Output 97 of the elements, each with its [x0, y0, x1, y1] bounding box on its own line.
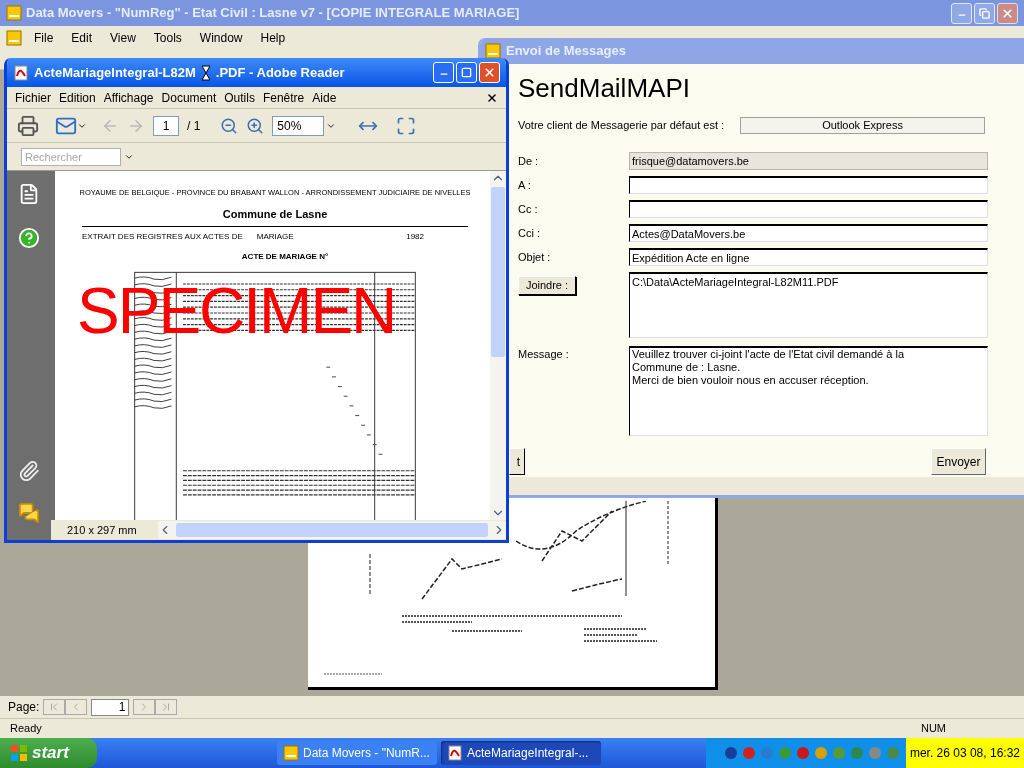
dialog-title: Envoi de Messages — [506, 42, 626, 61]
zoom-in-button[interactable] — [246, 116, 265, 135]
help-icon — [18, 227, 40, 249]
page-label: Page: — [8, 699, 40, 716]
taskbar-button[interactable]: Data Movers - "NumR... — [277, 741, 437, 765]
default-client-label: Votre client de Messagerie par défaut est : — [518, 118, 726, 134]
taskbar-button[interactable]: ActeMariageIntegral-... — [441, 741, 601, 765]
windows-logo-icon — [10, 744, 28, 762]
status-text: Ready — [10, 721, 42, 737]
menu-item[interactable]: File — [28, 29, 60, 47]
tray-icon[interactable] — [741, 746, 756, 760]
menu-item[interactable]: Outils — [220, 88, 259, 107]
field-label: Message : — [518, 347, 570, 362]
extract-label: EXTRAIT DES REGISTRES AUX ACTES DE — [82, 230, 243, 243]
act-year: 1982 — [406, 230, 424, 243]
menu-item[interactable]: Fenêtre — [258, 88, 309, 107]
tray-icon[interactable] — [813, 746, 828, 760]
field-label: A : — [518, 178, 532, 193]
field-label: Cci : — [518, 226, 541, 241]
next-record-button[interactable] — [133, 699, 156, 715]
field-label: Cc : — [518, 202, 539, 217]
pages-button[interactable] — [18, 183, 40, 205]
attachment-field[interactable]: C:\Data\ActeMariageIntegral-L82M11.PDF — [629, 272, 988, 338]
page-icon — [18, 183, 40, 205]
app-icon — [485, 43, 501, 59]
num-lock-indicator: NUM — [920, 721, 946, 737]
page-size-label: 210 x 297 mm — [66, 522, 138, 538]
text-field[interactable]: Actes@DataMovers.be — [629, 224, 988, 242]
zoom-field[interactable]: 50% — [272, 115, 325, 136]
app-icon — [283, 745, 299, 761]
zoom-in-icon — [246, 116, 265, 135]
page-number-field[interactable]: 1 — [153, 115, 179, 136]
menu-item[interactable]: Edit — [65, 29, 99, 47]
field-label: Objet : — [518, 250, 552, 265]
maximize-icon — [461, 67, 472, 78]
dialog-button[interactable]: t — [509, 448, 525, 475]
search-field[interactable]: Rechercher — [21, 147, 121, 166]
tray-icon[interactable] — [723, 746, 738, 760]
text-field[interactable] — [629, 200, 988, 218]
close-icon — [486, 91, 498, 104]
message-field[interactable]: Veuillez trouver ci-joint l'acte de l'Etat civil demandé à la Commune de : Lasne. Merci de bien vouloir nous en accuser réception. — [629, 346, 988, 436]
vertical-scrollbar[interactable] — [490, 171, 506, 520]
field-label: De : — [518, 154, 540, 169]
text-field[interactable]: Expédition Acte en ligne — [629, 248, 988, 266]
menu-item[interactable]: Window — [193, 29, 249, 47]
print-icon — [17, 114, 39, 137]
maximize-button[interactable] — [974, 2, 995, 24]
window-title: ActeMariageIntegral-L82M — [34, 63, 196, 82]
help-button[interactable] — [18, 227, 40, 249]
comments-button[interactable] — [18, 502, 40, 524]
minimize-button[interactable] — [951, 2, 972, 24]
window-title: .PDF - Adobe Reader — [215, 63, 345, 82]
send-button[interactable]: Envoyer — [931, 448, 986, 475]
zoom-out-icon — [220, 116, 239, 135]
close-button[interactable] — [997, 2, 1018, 24]
text-field[interactable] — [629, 176, 988, 194]
previous-record-button[interactable] — [65, 699, 88, 715]
act-type: MARIAGE — [256, 230, 294, 243]
menu-item[interactable]: View — [104, 29, 142, 47]
page-total: / 1 — [187, 117, 201, 135]
menu-item[interactable]: Fichier — [11, 88, 55, 107]
restore-icon — [979, 7, 990, 19]
page-field[interactable]: 1 — [91, 698, 130, 716]
menu-item[interactable]: Aide — [308, 88, 341, 107]
last-page-button[interactable] — [155, 699, 178, 715]
tray-icon[interactable] — [795, 746, 810, 760]
message-line: Commune de : Lasne. — [632, 361, 742, 374]
hourglass-icon — [200, 64, 211, 81]
close-icon — [483, 66, 496, 79]
fit-page-icon — [396, 115, 417, 136]
dialog-heading: SendMailMAPI — [518, 72, 691, 104]
clock: mer. 26 03 08, 16:32 — [905, 738, 1024, 768]
menu-item[interactable]: Tools — [147, 29, 188, 47]
fit-page-button[interactable] — [396, 115, 417, 136]
print-button[interactable] — [17, 114, 39, 137]
main-window-title: Data Movers - "NumReg" - Etat Civil : Lasne v7 - [COPIE INTEGRALE MARIAGE] — [26, 4, 520, 23]
message-line: Veuillez trouver ci-joint l'acte de l'Etat civil demandé à la — [632, 348, 905, 361]
document-commune: Commune de Lasne — [222, 207, 328, 223]
close-icon — [1001, 6, 1014, 20]
comments-icon — [18, 502, 40, 524]
paperclip-icon — [18, 460, 40, 482]
pdf-icon — [447, 745, 463, 761]
zoom-out-button[interactable] — [220, 116, 239, 135]
default-client-field: Outlook Express — [740, 117, 985, 134]
horizontal-scrollbar[interactable] — [158, 521, 506, 539]
menu-item[interactable]: Affichage — [99, 88, 158, 107]
act-title: ACTE DE MARIAGE N° — [241, 250, 329, 263]
message-line: Merci de bien vouloir nous en accuser réception. — [632, 374, 870, 387]
app-icon — [6, 5, 22, 21]
app-icon — [6, 30, 22, 46]
menu-item[interactable]: Edition — [55, 88, 100, 107]
first-page-button[interactable] — [43, 699, 66, 715]
menu-item[interactable]: Document — [157, 88, 221, 107]
menu-item[interactable]: Help — [254, 29, 292, 47]
attach-button[interactable]: Joindre : — [518, 276, 576, 295]
pdf-icon — [13, 64, 29, 81]
attachments-button[interactable] — [18, 460, 40, 482]
